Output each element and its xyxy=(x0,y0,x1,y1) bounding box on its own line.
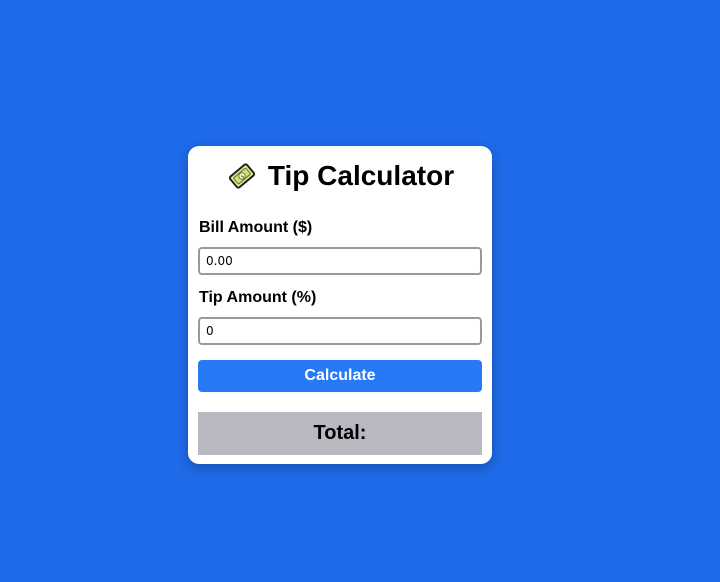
total-display: Total: xyxy=(198,412,482,455)
tip-amount-input[interactable] xyxy=(198,317,482,345)
total-label: Total: xyxy=(313,422,367,444)
tip-amount-label: Tip Amount (%) xyxy=(199,289,317,306)
title-row: $ Tip Calculator xyxy=(198,146,482,206)
page: $ Tip Calculator Bill Amount ($) Tip Amo… xyxy=(0,0,720,582)
bill-amount-label: Bill Amount ($) xyxy=(199,219,313,236)
money-bill-icon: $ xyxy=(226,160,258,192)
tip-calculator-card: $ Tip Calculator Bill Amount ($) Tip Amo… xyxy=(188,146,492,464)
bill-amount-input[interactable] xyxy=(198,247,482,275)
calculate-button[interactable]: Calculate xyxy=(198,360,482,392)
page-title: Tip Calculator xyxy=(267,160,455,191)
